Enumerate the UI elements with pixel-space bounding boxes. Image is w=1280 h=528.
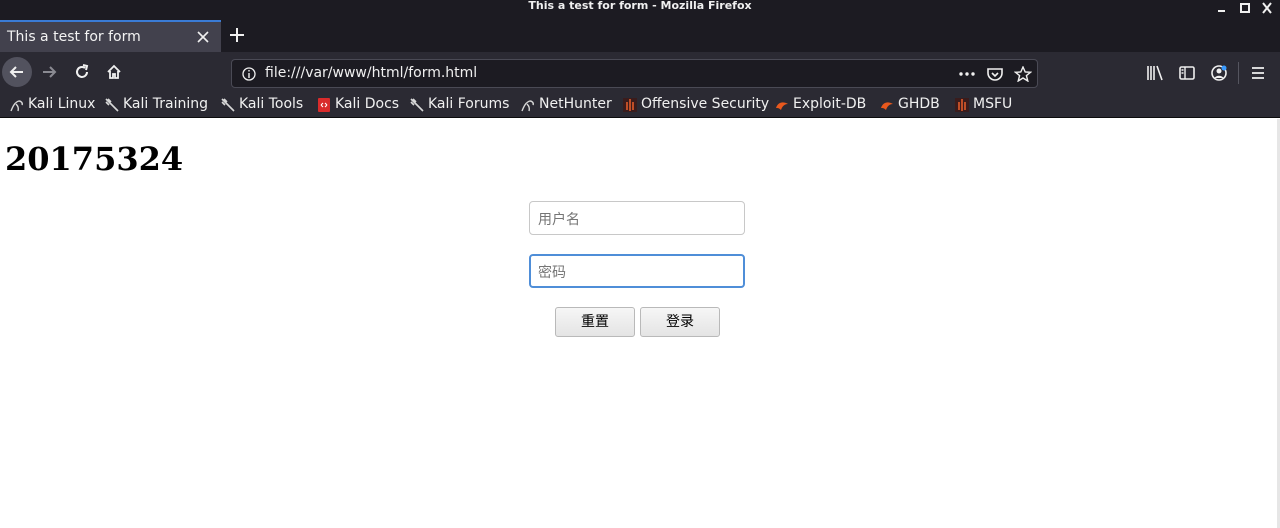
window-title: This a test for form - Mozilla Firefox: [528, 0, 752, 12]
sidebar-icon[interactable]: [1178, 64, 1196, 82]
library-icon[interactable]: [1146, 64, 1164, 82]
page-heading: 20175324: [5, 140, 184, 178]
kali-docs-icon: [318, 98, 330, 112]
minimize-icon[interactable]: [1215, 2, 1229, 14]
password-input[interactable]: 密码: [529, 254, 745, 288]
page-content: 20175324 用户名 密码 重置 登录: [0, 119, 1277, 528]
tab-title: This a test for form: [7, 29, 141, 45]
new-tab-icon[interactable]: [228, 26, 246, 44]
forward-arrow-icon: [43, 66, 57, 78]
kali-dragon-icon: [410, 98, 424, 112]
username-input[interactable]: 用户名: [529, 201, 745, 235]
kali-dragon-icon: [10, 100, 23, 112]
back-button[interactable]: [2, 57, 32, 87]
url-text[interactable]: file:///var/www/html/form.html: [265, 65, 477, 81]
bookmarks-toolbar: Kali Linux Kali Training Kali Tools Kali…: [0, 92, 1280, 118]
forward-button[interactable]: [34, 57, 64, 87]
ghdb-icon: [881, 102, 893, 110]
login-button[interactable]: 登录: [640, 307, 720, 337]
toolbar-divider: [1238, 62, 1239, 84]
pocket-icon[interactable]: [986, 66, 1004, 82]
bookmark-star-icon[interactable]: [1014, 66, 1032, 82]
offsec-icon: [623, 98, 637, 112]
reload-button[interactable]: [67, 57, 97, 87]
navigation-toolbar: file:///var/www/html/form.html: [0, 52, 1280, 92]
tab-active[interactable]: This a test for form: [0, 20, 221, 52]
password-placeholder: 密码: [538, 265, 566, 281]
tab-strip: This a test for form: [0, 20, 1280, 52]
home-icon: [107, 64, 121, 79]
site-info-icon[interactable]: [241, 66, 257, 82]
exploit-db-icon: [776, 102, 788, 110]
offsec-icon: [955, 98, 969, 112]
maximize-icon[interactable]: [1238, 2, 1252, 14]
reload-icon: [76, 64, 89, 78]
home-button[interactable]: [99, 57, 129, 87]
back-arrow-icon: [9, 66, 23, 78]
username-placeholder: 用户名: [538, 212, 580, 228]
hamburger-menu-icon[interactable]: [1249, 64, 1267, 82]
close-window-icon[interactable]: [1260, 2, 1274, 14]
url-bar[interactable]: file:///var/www/html/form.html: [231, 59, 1038, 88]
kali-dragon-icon: [105, 98, 119, 112]
tab-close-icon[interactable]: [196, 30, 210, 44]
nethunter-icon: [521, 100, 534, 112]
kali-dragon-icon: [221, 98, 235, 112]
page-actions-more-icon[interactable]: [958, 66, 976, 82]
window-titlebar: This a test for form - Mozilla Firefox: [0, 0, 1280, 20]
account-icon[interactable]: [1210, 64, 1228, 82]
reset-button[interactable]: 重置: [555, 307, 635, 337]
